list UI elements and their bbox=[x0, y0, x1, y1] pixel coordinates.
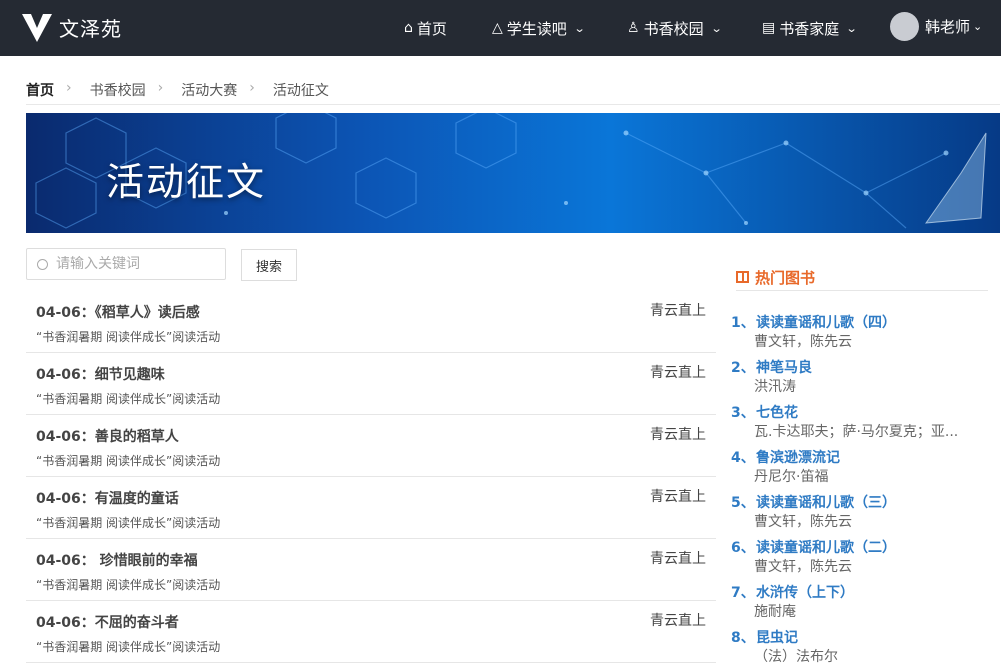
book-title[interactable]: 读读童谣和儿歌（二） bbox=[756, 537, 896, 557]
article-row[interactable]: 04-06：善良的稻草人 “书香润暑期 阅读伴成长”阅读活动 青云直上 bbox=[26, 415, 716, 477]
nav-campus[interactable]: ♙ 书香校园 ⌄ bbox=[627, 0, 723, 56]
book-author: 洪汛涛 bbox=[754, 379, 796, 395]
article-author: 青云直上 bbox=[650, 613, 706, 629]
logo-icon bbox=[22, 13, 52, 42]
article-author: 青云直上 bbox=[650, 365, 706, 381]
nav-student-label: 学生读吧 bbox=[506, 19, 567, 38]
drive-icon: △ bbox=[492, 20, 503, 36]
book-icon bbox=[736, 271, 749, 283]
book-author: 曹文轩，陈先云 bbox=[754, 334, 852, 350]
article-title[interactable]: 04-06：细节见趣味 bbox=[36, 364, 165, 384]
article-title[interactable]: 04-06：有温度的童话 bbox=[36, 488, 179, 508]
article-title[interactable]: 04-06：《稻草人》读后感 bbox=[36, 302, 200, 322]
book-rank: 1、 bbox=[731, 315, 755, 331]
book-author: 瓦.卡达耶夫；萨·马尔夏克；亚... bbox=[754, 424, 959, 440]
chevron-right-icon: › bbox=[249, 80, 255, 96]
article-row[interactable]: 04-06： 珍惜眼前的幸福 “书香润暑期 阅读伴成长”阅读活动 青云直上 bbox=[26, 539, 716, 601]
user-icon: ♙ bbox=[627, 20, 640, 36]
article-author: 青云直上 bbox=[650, 551, 706, 567]
breadcrumb-current: 活动征文 bbox=[272, 83, 329, 99]
book-icon: ▤ bbox=[762, 20, 776, 36]
chevron-right-icon: › bbox=[66, 80, 72, 96]
chevron-down-icon: ⌄ bbox=[973, 20, 983, 33]
breadcrumb: 首页 › 书香校园 › 活动大赛 › 活动征文 bbox=[26, 80, 1000, 105]
article-row[interactable]: 04-06：有温度的童话 “书香润暑期 阅读伴成长”阅读活动 青云直上 bbox=[26, 477, 716, 539]
top-navbar: 文泽苑 ⌂ 首页 △ 学生读吧 ⌄ ♙ 书香校园 ⌄ ▤ 书香家庭 ⌄ 韩老师 … bbox=[0, 0, 1001, 56]
book-author: 丹尼尔·笛福 bbox=[754, 469, 829, 485]
chevron-right-icon: › bbox=[157, 80, 164, 96]
book-title[interactable]: 神笔马良 bbox=[756, 357, 812, 377]
hot-book-item[interactable]: 2、 神笔马良 洪汛涛 bbox=[731, 357, 988, 402]
user-name: 韩老师 bbox=[925, 18, 971, 36]
home-icon: ⌂ bbox=[404, 20, 413, 36]
nav-family-label: 书香家庭 bbox=[779, 19, 840, 38]
book-author: 曹文轩，陈先云 bbox=[754, 559, 852, 575]
nav-home-label: 首页 bbox=[416, 19, 447, 38]
article-title[interactable]: 04-06：善良的稻草人 bbox=[36, 426, 179, 446]
hot-books-panel: 热门图书 1、 读读童谣和儿歌（四） 曹文轩，陈先云 2、 神笔马良 洪汛涛 3… bbox=[731, 264, 988, 672]
chevron-down-icon: ⌄ bbox=[710, 21, 723, 35]
breadcrumb-home[interactable]: 首页 bbox=[26, 80, 54, 104]
book-title[interactable]: 鲁滨逊漂流记 bbox=[756, 447, 840, 467]
hot-book-item[interactable]: 6、 读读童谣和儿歌（二） 曹文轩，陈先云 bbox=[731, 537, 988, 582]
chevron-down-icon: ⌄ bbox=[573, 21, 586, 35]
article-subtitle: “书香润暑期 阅读伴成长”阅读活动 bbox=[36, 640, 221, 654]
article-subtitle: “书香润暑期 阅读伴成长”阅读活动 bbox=[36, 454, 221, 468]
avatar bbox=[890, 12, 919, 41]
book-rank: 6、 bbox=[731, 540, 755, 556]
nav-campus-label: 书香校园 bbox=[643, 19, 704, 38]
hot-book-item[interactable]: 4、 鲁滨逊漂流记 丹尼尔·笛福 bbox=[731, 447, 988, 492]
article-title[interactable]: 04-06： 珍惜眼前的幸福 bbox=[36, 550, 198, 570]
article-subtitle: “书香润暑期 阅读伴成长”阅读活动 bbox=[36, 578, 221, 592]
page-banner: 活动征文 bbox=[26, 113, 1000, 233]
article-row[interactable]: 04-06：不屈的奋斗者 “书香润暑期 阅读伴成长”阅读活动 青云直上 bbox=[26, 601, 716, 663]
article-author: 青云直上 bbox=[650, 489, 706, 505]
book-author: （法）法布尔 bbox=[754, 649, 838, 665]
hot-book-item[interactable]: 1、 读读童谣和儿歌（四） 曹文轩，陈先云 bbox=[731, 312, 988, 357]
book-author: 曹文轩，陈先云 bbox=[754, 514, 852, 530]
book-rank: 2、 bbox=[731, 360, 755, 376]
article-row[interactable]: 04-06：《稻草人》读后感 “书香润暑期 阅读伴成长”阅读活动 青云直上 bbox=[26, 291, 716, 353]
hot-books-title: 热门图书 bbox=[755, 268, 816, 287]
book-rank: 8、 bbox=[731, 630, 755, 646]
book-title[interactable]: 七色花 bbox=[756, 402, 798, 422]
breadcrumb-contest[interactable]: 活动大赛 bbox=[181, 80, 237, 104]
search-box[interactable] bbox=[26, 248, 226, 280]
article-list: 04-06：《稻草人》读后感 “书香润暑期 阅读伴成长”阅读活动 青云直上 04… bbox=[26, 291, 716, 663]
book-title[interactable]: 读读童谣和儿歌（四） bbox=[756, 312, 896, 332]
search-input[interactable] bbox=[56, 256, 216, 272]
article-author: 青云直上 bbox=[650, 427, 706, 443]
article-subtitle: “书香润暑期 阅读伴成长”阅读活动 bbox=[36, 392, 221, 406]
book-rank: 4、 bbox=[731, 450, 755, 466]
hot-book-item[interactable]: 8、 昆虫记 （法）法布尔 bbox=[731, 627, 988, 672]
chevron-down-icon: ⌄ bbox=[845, 21, 858, 35]
article-row[interactable]: 04-06：细节见趣味 “书香润暑期 阅读伴成长”阅读活动 青云直上 bbox=[26, 353, 716, 415]
hot-book-item[interactable]: 5、 读读童谣和儿歌（三） 曹文轩，陈先云 bbox=[731, 492, 988, 537]
app-name: 文泽苑 bbox=[59, 17, 122, 41]
search-icon bbox=[37, 258, 48, 270]
article-subtitle: “书香润暑期 阅读伴成长”阅读活动 bbox=[36, 330, 221, 344]
book-rank: 3、 bbox=[731, 405, 755, 421]
breadcrumb-campus[interactable]: 书香校园 bbox=[90, 80, 146, 104]
book-title[interactable]: 昆虫记 bbox=[756, 627, 798, 647]
search-button[interactable]: 搜索 bbox=[241, 249, 297, 281]
article-subtitle: “书香润暑期 阅读伴成长”阅读活动 bbox=[36, 516, 221, 530]
nav-family[interactable]: ▤ 书香家庭 ⌄ bbox=[762, 0, 858, 56]
hot-book-item[interactable]: 7、 水浒传（上下） 施耐庵 bbox=[731, 582, 988, 627]
user-menu[interactable]: 韩老师 ⌄ bbox=[890, 12, 982, 41]
book-rank: 7、 bbox=[731, 585, 755, 601]
article-author: 青云直上 bbox=[650, 303, 706, 319]
book-author: 施耐庵 bbox=[754, 604, 796, 620]
hot-book-item[interactable]: 3、 七色花 瓦.卡达耶夫；萨·马尔夏克；亚... bbox=[731, 402, 988, 447]
hot-books-header: 热门图书 bbox=[736, 264, 988, 291]
article-title[interactable]: 04-06：不屈的奋斗者 bbox=[36, 612, 179, 632]
book-title[interactable]: 读读童谣和儿歌（三） bbox=[756, 492, 896, 512]
nav-student[interactable]: △ 学生读吧 ⌄ bbox=[492, 0, 586, 56]
nav-home[interactable]: ⌂ 首页 bbox=[404, 0, 447, 56]
book-title[interactable]: 水浒传（上下） bbox=[756, 582, 854, 602]
book-rank: 5、 bbox=[731, 495, 755, 511]
banner-title: 活动征文 bbox=[106, 160, 267, 204]
app-logo[interactable]: 文泽苑 bbox=[22, 13, 122, 42]
